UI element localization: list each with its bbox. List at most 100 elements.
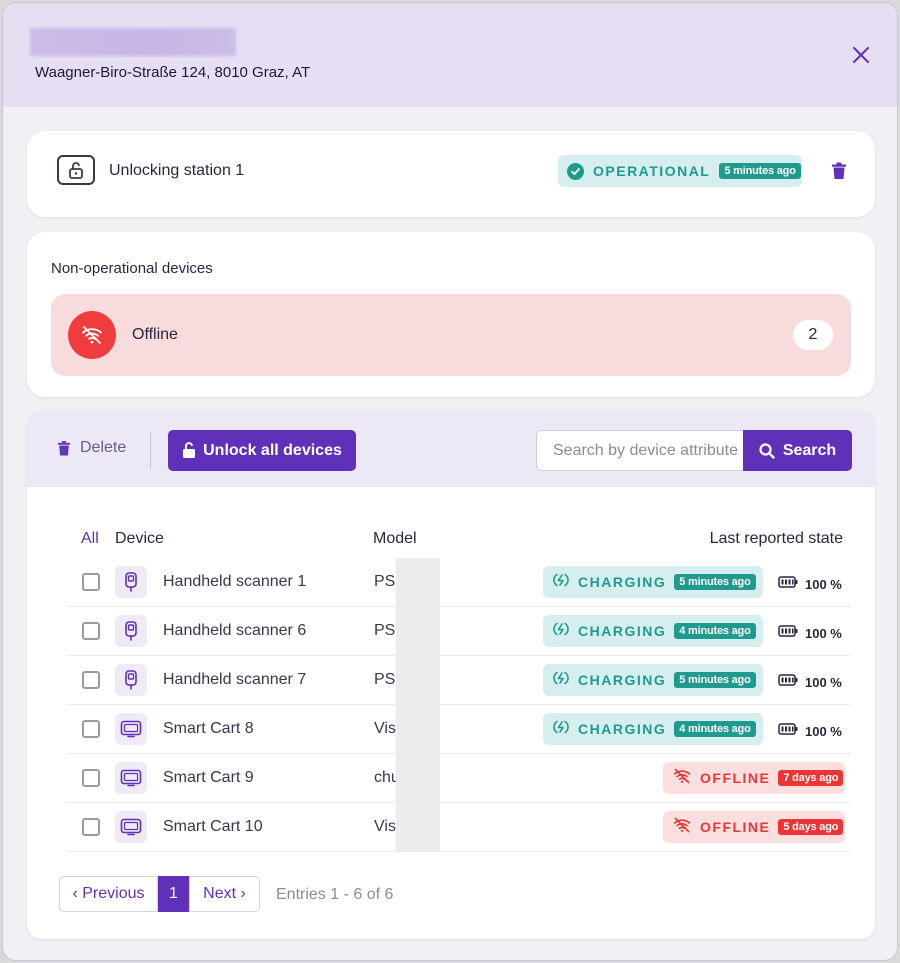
row-checkbox[interactable] xyxy=(82,573,100,591)
search-label: Search xyxy=(782,441,837,459)
delete-station-button[interactable] xyxy=(831,162,847,185)
row-checkbox[interactable] xyxy=(82,671,100,689)
offline-count-badge: 2 xyxy=(793,320,833,350)
battery-level: 100 % xyxy=(778,624,842,642)
section-title: Non-operational devices xyxy=(51,260,213,277)
charging-status-badge: CHARGING 5 minutes ago xyxy=(543,664,763,696)
station-name: Unlocking station 1 xyxy=(109,162,245,179)
select-all-link[interactable]: All xyxy=(81,530,99,548)
search-input[interactable] xyxy=(536,430,743,471)
column-model: Model xyxy=(373,530,417,547)
device-station-modal: Waagner-Biro-Straße 124, 8010 Graz, AT U… xyxy=(2,2,898,961)
next-page-button[interactable]: Next › xyxy=(189,876,260,912)
charging-status-badge: CHARGING 5 minutes ago xyxy=(543,566,763,598)
battery-percent: 100 % xyxy=(805,674,842,690)
offline-status-badge: OFFLINE 7 days ago xyxy=(663,762,845,794)
state-time: 5 minutes ago xyxy=(674,574,756,590)
unlock-icon xyxy=(183,442,196,458)
charging-icon xyxy=(552,719,570,740)
battery-level: 100 % xyxy=(778,575,842,593)
trash-icon xyxy=(832,162,846,179)
table-row: Handheld scanner 6 PS3 CHARGING 4 minutes a… xyxy=(67,607,851,656)
battery-icon xyxy=(778,575,798,593)
state-label: CHARGING xyxy=(578,672,667,688)
row-checkbox[interactable] xyxy=(82,622,100,640)
column-last-state: Last reported state xyxy=(709,530,843,547)
devices-card: Delete Unlock all devices Search All xyxy=(27,411,875,939)
redacted-model xyxy=(396,656,440,705)
non-operational-card: Non-operational devices Offline 2 xyxy=(27,232,875,397)
row-checkbox[interactable] xyxy=(82,720,100,738)
unlock-all-button[interactable]: Unlock all devices xyxy=(168,430,356,471)
battery-percent: 100 % xyxy=(805,576,842,592)
battery-level: 100 % xyxy=(778,722,842,740)
delete-button[interactable]: Delete xyxy=(57,439,126,457)
device-name[interactable]: Smart Cart 9 xyxy=(163,769,254,787)
devices-toolbar: Delete Unlock all devices Search xyxy=(27,411,875,487)
unlock-all-label: Unlock all devices xyxy=(203,441,342,459)
toolbar-divider xyxy=(150,431,151,469)
row-checkbox[interactable] xyxy=(82,818,100,836)
handheld-scanner-icon xyxy=(115,566,147,598)
state-label: OFFLINE xyxy=(700,770,771,786)
redacted-model xyxy=(396,754,440,803)
smart-cart-icon xyxy=(115,811,147,843)
table-header: All Device Model Last reported state xyxy=(27,530,875,550)
offline-status-badge: OFFLINE 5 days ago xyxy=(663,811,845,843)
wifi-off-icon xyxy=(672,767,692,790)
state-time: 7 days ago xyxy=(778,770,844,786)
battery-icon xyxy=(778,624,798,642)
redacted-model xyxy=(396,803,440,852)
row-checkbox[interactable] xyxy=(82,769,100,787)
table-row: Smart Cart 10 Vis OFFLINE 5 days ago xyxy=(67,803,851,852)
station-card: Unlocking station 1 OPERATIONAL 5 minute… xyxy=(27,131,875,217)
smart-cart-icon xyxy=(115,762,147,794)
device-name[interactable]: Smart Cart 10 xyxy=(163,818,263,836)
handheld-scanner-icon xyxy=(115,615,147,647)
delete-label: Delete xyxy=(80,439,127,456)
redacted-model xyxy=(396,607,440,656)
charging-status-badge: CHARGING 4 minutes ago xyxy=(543,615,763,647)
redacted-store-name xyxy=(30,28,236,56)
pagination: ‹ Previous 1 Next › xyxy=(59,876,260,912)
table-row: Smart Cart 8 Vis CHARGING 4 minutes ago 100 … xyxy=(67,705,851,754)
battery-icon xyxy=(778,673,798,691)
state-label: OFFLINE xyxy=(700,819,771,835)
column-device: Device xyxy=(115,530,164,547)
device-name[interactable]: Handheld scanner 7 xyxy=(163,671,306,689)
entries-count: Entries 1 - 6 of 6 xyxy=(276,886,394,903)
table-row: Smart Cart 9 chu OFFLINE 7 days ago xyxy=(67,754,851,803)
modal-header: Waagner-Biro-Straße 124, 8010 Graz, AT xyxy=(3,3,897,107)
battery-icon xyxy=(778,722,798,740)
device-model: Vis xyxy=(374,818,396,835)
charging-status-badge: CHARGING 4 minutes ago xyxy=(543,713,763,745)
device-name[interactable]: Smart Cart 8 xyxy=(163,720,254,738)
battery-percent: 100 % xyxy=(805,625,842,641)
wifi-off-icon xyxy=(672,816,692,839)
state-time: 5 days ago xyxy=(778,819,844,835)
offline-devices-row[interactable]: Offline 2 xyxy=(51,294,851,376)
charging-icon xyxy=(552,670,570,691)
page-1-button[interactable]: 1 xyxy=(158,876,189,912)
search-button[interactable]: Search xyxy=(743,430,852,471)
status-label: OPERATIONAL xyxy=(593,163,711,179)
trash-icon xyxy=(57,440,71,455)
state-label: CHARGING xyxy=(578,721,667,737)
charging-icon xyxy=(552,621,570,642)
state-time: 4 minutes ago xyxy=(674,623,756,639)
battery-percent: 100 % xyxy=(805,723,842,739)
close-icon xyxy=(853,47,869,63)
device-name[interactable]: Handheld scanner 6 xyxy=(163,622,306,640)
battery-level: 100 % xyxy=(778,673,842,691)
redacted-model xyxy=(396,705,440,754)
status-time: 5 minutes ago xyxy=(719,163,801,179)
operational-status-badge: OPERATIONAL 5 minutes ago xyxy=(558,155,802,187)
station-address: Waagner-Biro-Straße 124, 8010 Graz, AT xyxy=(35,64,311,81)
charging-icon xyxy=(552,572,570,593)
state-time: 5 minutes ago xyxy=(674,672,756,688)
wifi-off-icon xyxy=(68,311,116,359)
device-name[interactable]: Handheld scanner 1 xyxy=(163,573,306,591)
close-button[interactable] xyxy=(849,43,873,67)
previous-page-button[interactable]: ‹ Previous xyxy=(59,876,158,912)
table-row: Handheld scanner 7 PS2 CHARGING 5 minutes a… xyxy=(67,656,851,705)
